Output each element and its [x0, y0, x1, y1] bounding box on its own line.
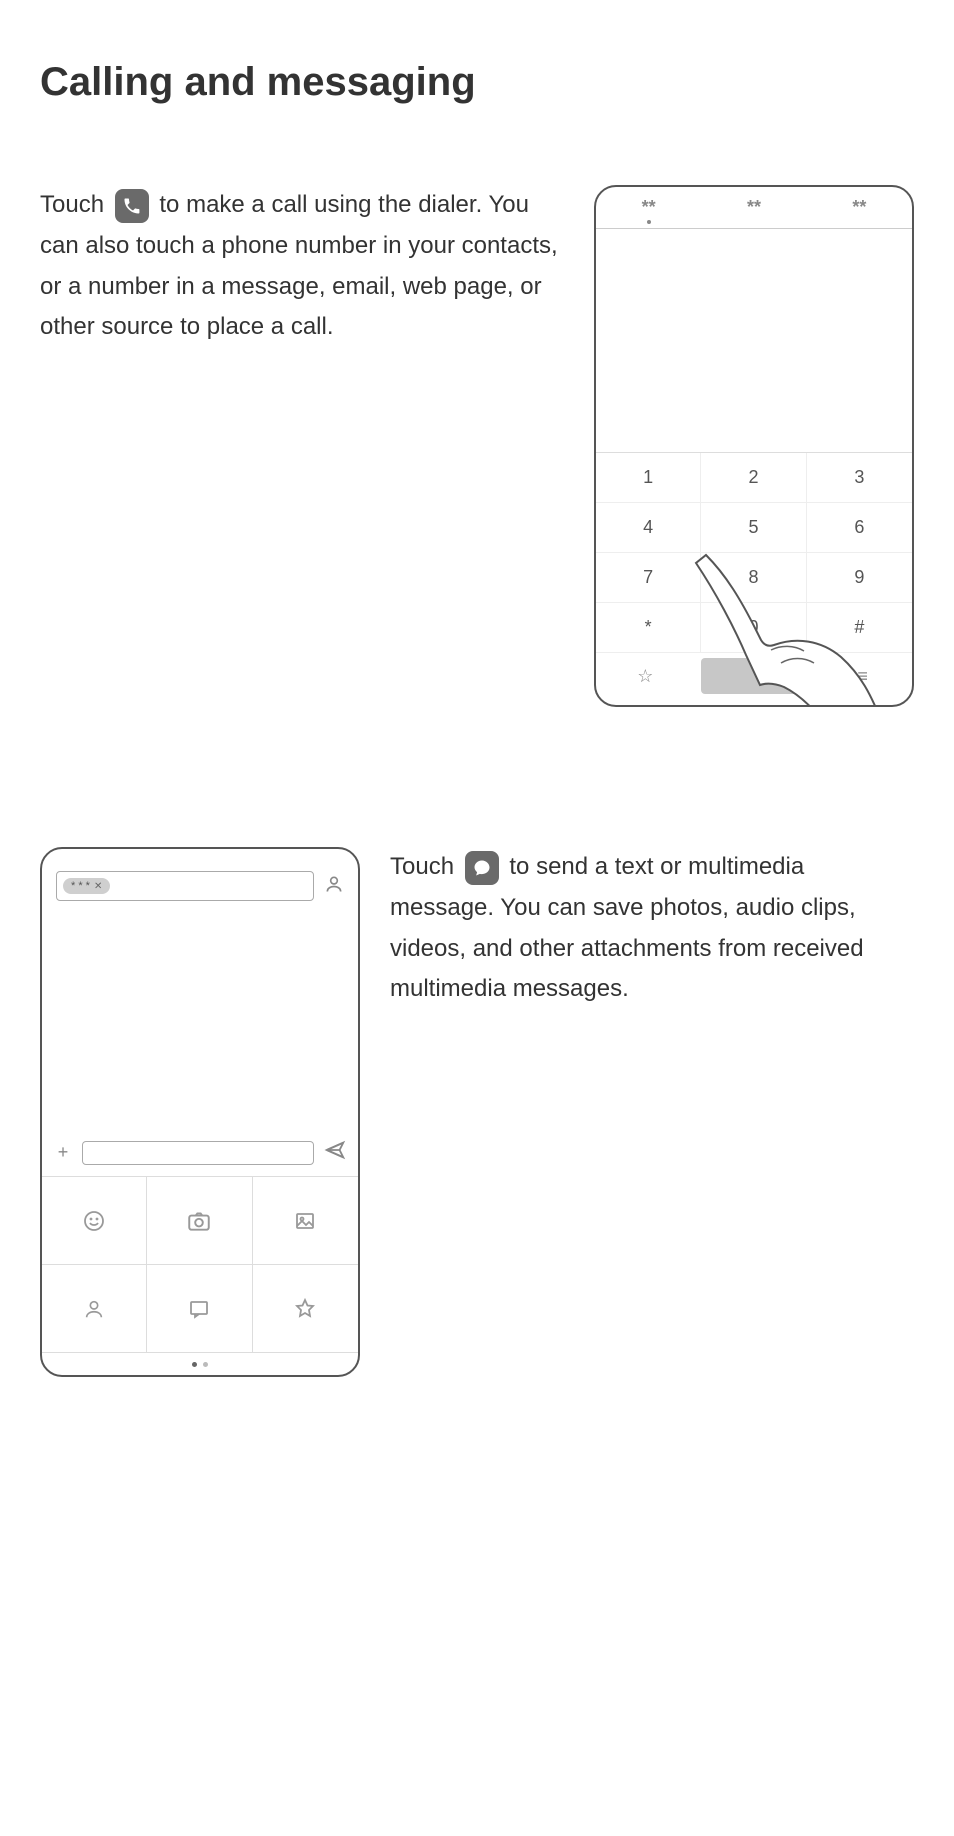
attachment-grid [42, 1176, 358, 1353]
compose-row: + [42, 1129, 358, 1176]
key-8[interactable]: 8 [701, 553, 806, 603]
dialer-tab-2[interactable]: ** [701, 187, 806, 228]
attach-plus-button[interactable]: + [54, 1142, 72, 1163]
chip-label: * * * [71, 880, 90, 892]
pager-dot-1 [192, 1362, 197, 1367]
section-messaging: * * * ✕ + [40, 847, 914, 1377]
dialer-device: ** ** ** 1 2 3 4 5 6 7 8 9 * 0 # ☆ ≡ [594, 185, 914, 707]
emoji-button[interactable] [42, 1177, 147, 1265]
message-input[interactable] [82, 1141, 314, 1165]
messaging-body [42, 915, 358, 1129]
key-5[interactable]: 5 [701, 503, 806, 553]
page-indicator [42, 1353, 358, 1375]
messaging-device: * * * ✕ + [40, 847, 360, 1377]
messaging-pre-text: Touch [390, 853, 461, 880]
messaging-text: Touch to send a text or multimedia messa… [390, 847, 914, 1010]
key-9[interactable]: 9 [807, 553, 912, 603]
call-button[interactable] [701, 658, 808, 694]
key-0[interactable]: 0 [701, 603, 806, 653]
key-hash[interactable]: # [807, 603, 912, 653]
dialer-keypad: 1 2 3 4 5 6 7 8 9 * 0 # [596, 452, 912, 653]
section-calling: Touch to make a call using the dialer. Y… [40, 185, 914, 707]
add-contact-button[interactable] [324, 874, 344, 899]
send-button[interactable] [324, 1139, 346, 1166]
menu-button[interactable]: ≡ [813, 666, 912, 687]
dialer-display [596, 229, 912, 452]
calling-text: Touch to make a call using the dialer. Y… [40, 185, 564, 348]
key-6[interactable]: 6 [807, 503, 912, 553]
contact-attach-button[interactable] [42, 1265, 147, 1353]
message-template-button[interactable] [147, 1265, 252, 1353]
dialer-tab-3[interactable]: ** [807, 187, 912, 228]
recipient-field[interactable]: * * * ✕ [56, 871, 314, 901]
messaging-post-text: to send a text or multimedia message. Yo… [390, 853, 864, 1002]
dialer-bottom-bar: ☆ ≡ [596, 653, 912, 705]
key-star[interactable]: * [596, 603, 701, 653]
favorites-button[interactable]: ☆ [596, 666, 695, 687]
messaging-header: * * * ✕ [42, 871, 358, 915]
page-title: Calling and messaging [40, 60, 914, 105]
favorite-attach-button[interactable] [253, 1265, 358, 1353]
key-4[interactable]: 4 [596, 503, 701, 553]
key-1[interactable]: 1 [596, 453, 701, 503]
dialer-tabs: ** ** ** [596, 187, 912, 229]
calling-pre-text: Touch [40, 191, 111, 218]
key-7[interactable]: 7 [596, 553, 701, 603]
dialer-tab-1[interactable]: ** [596, 187, 701, 228]
gallery-button[interactable] [253, 1177, 358, 1265]
key-3[interactable]: 3 [807, 453, 912, 503]
phone-app-icon [115, 189, 149, 223]
recipient-chip[interactable]: * * * ✕ [63, 878, 110, 894]
messaging-app-icon [465, 851, 499, 885]
chip-remove-icon[interactable]: ✕ [94, 881, 102, 892]
pager-dot-2 [203, 1362, 208, 1367]
key-2[interactable]: 2 [701, 453, 806, 503]
camera-button[interactable] [147, 1177, 252, 1265]
